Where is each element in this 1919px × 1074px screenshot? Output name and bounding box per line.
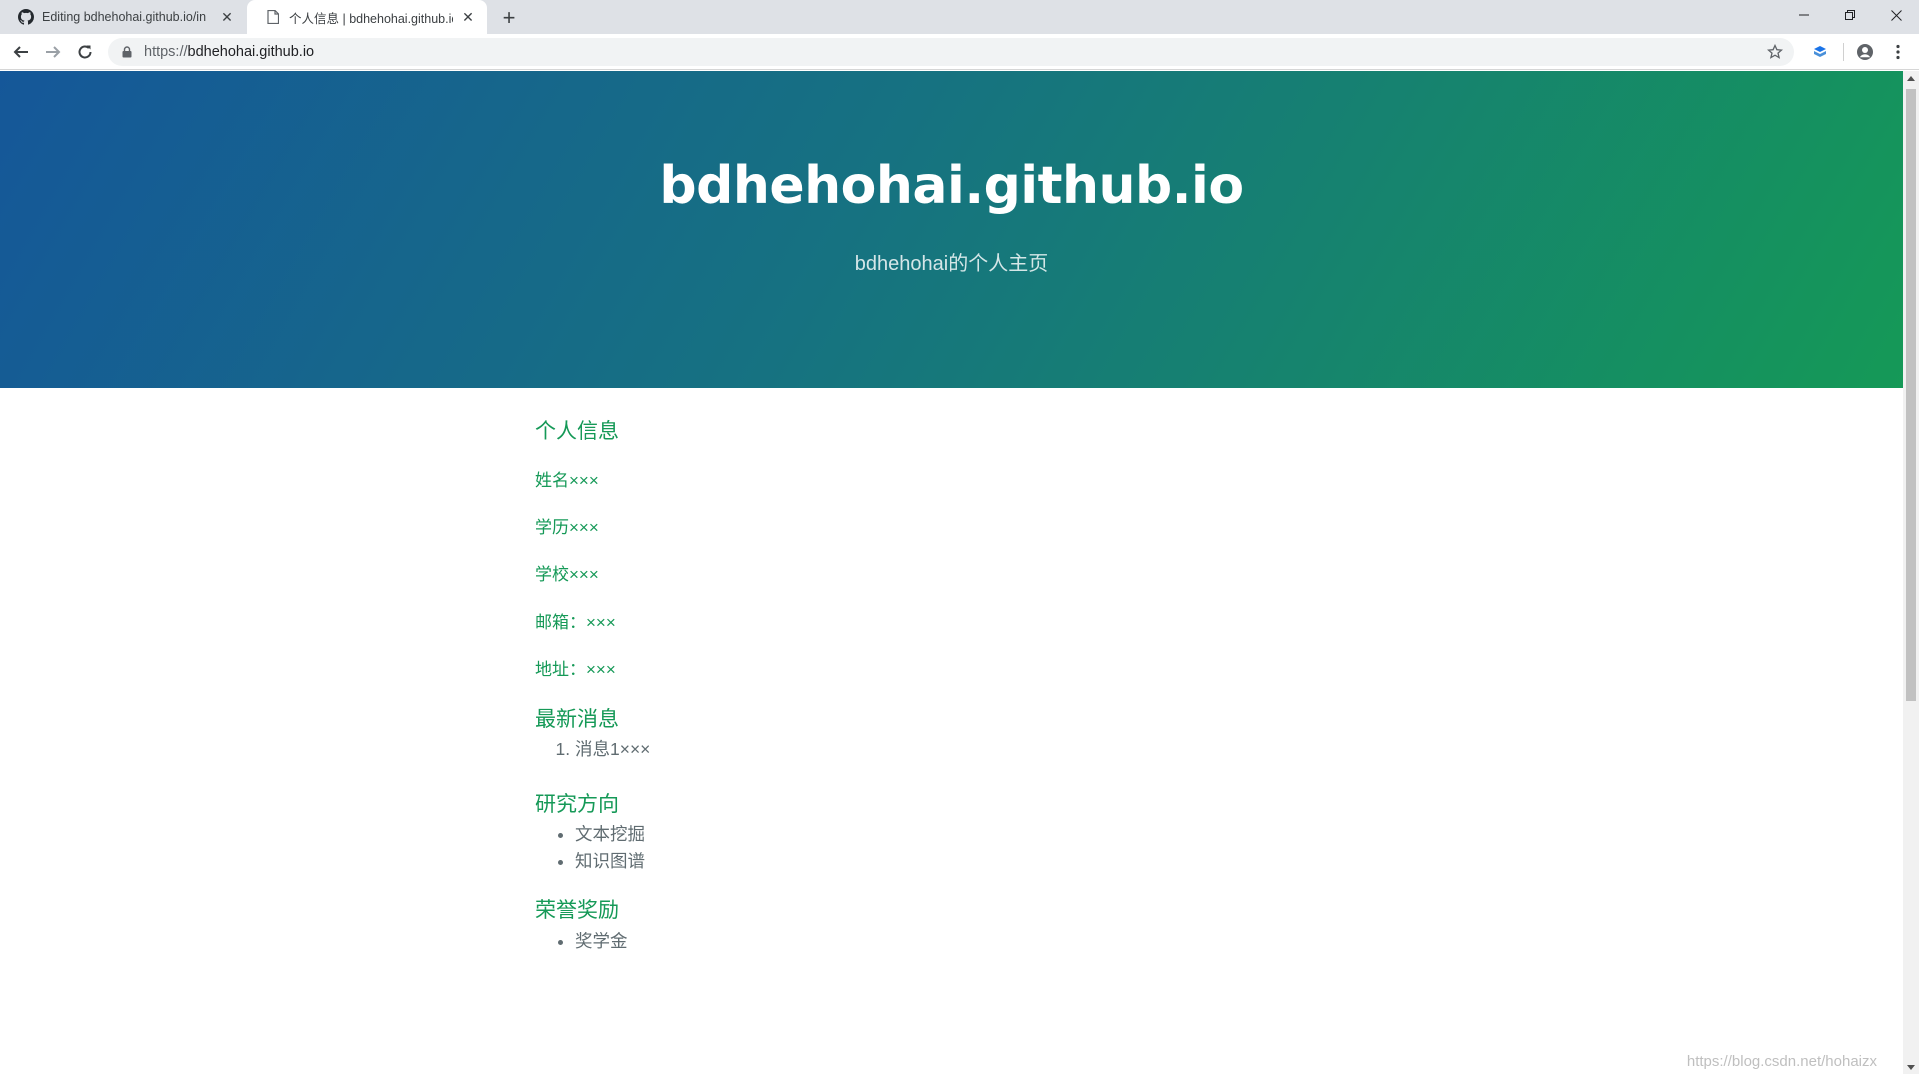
address-bar[interactable]: https://bdhehohai.github.io [108, 38, 1794, 66]
restore-icon[interactable] [1827, 0, 1873, 30]
honors-list: 奖学金 [575, 928, 628, 955]
minimize-icon[interactable] [1781, 0, 1827, 30]
new-tab-button[interactable]: + [496, 5, 522, 31]
scroll-thumb[interactable] [1906, 89, 1916, 701]
page-header: bdhehohai.github.io bdhehohai的个人主页 [0, 71, 1903, 388]
project-tagline: bdhehohai的个人主页 [854, 253, 1049, 275]
toolbar-divider [1843, 43, 1844, 61]
project-name: bdhehohai.github.io [659, 156, 1244, 216]
list-item: 文本挖掘 [575, 821, 645, 848]
info-email: 邮箱：××× [535, 613, 616, 632]
page-viewport: bdhehohai.github.io bdhehohai的个人主页 个人信息 … [0, 71, 1903, 1074]
scrollbar[interactable] [1903, 71, 1919, 1074]
url-host: bdhehohai.github.io [187, 44, 315, 60]
scroll-down-arrow-icon[interactable] [1903, 1060, 1919, 1074]
watermark: https://blog.csdn.net/hohaizx [1686, 1053, 1877, 1070]
info-name: 姓名××× [535, 471, 599, 490]
bookmark-star-icon[interactable] [1766, 43, 1784, 61]
back-arrow-icon[interactable] [8, 39, 34, 65]
close-window-icon[interactable] [1873, 0, 1919, 30]
url-scheme: https:// [144, 44, 188, 60]
reload-icon[interactable] [72, 39, 98, 65]
tab-title: 个人信息 | bdhehohai.github.io [289, 11, 453, 26]
page-icon [265, 9, 281, 25]
close-icon[interactable]: ✕ [459, 8, 477, 26]
github-icon [18, 9, 34, 25]
list-item: 消息1××× [575, 736, 650, 763]
tab-strip: Editing bdhehohai.github.io/in ✕ 个人信息 | … [0, 0, 1919, 34]
profile-icon[interactable] [1853, 40, 1877, 64]
tab-personal-info[interactable]: 个人信息 | bdhehohai.github.io ✕ [247, 0, 487, 34]
list-item: 知识图谱 [575, 848, 645, 875]
list-item: 奖学金 [575, 928, 628, 955]
research-list: 文本挖掘 知识图谱 [575, 821, 645, 875]
news-list: 消息1××× [575, 736, 650, 763]
tab-editing[interactable]: Editing bdhehohai.github.io/in ✕ [0, 0, 246, 34]
heading-news: 最新消息 [535, 708, 619, 731]
info-degree: 学历××× [535, 518, 599, 537]
close-icon[interactable]: ✕ [218, 8, 236, 26]
info-address: 地址：××× [535, 660, 616, 679]
browser-toolbar: https://bdhehohai.github.io [0, 34, 1919, 70]
menu-kebab-icon[interactable] [1886, 40, 1910, 64]
scroll-up-arrow-icon[interactable] [1903, 71, 1919, 85]
forward-arrow-icon[interactable] [40, 39, 66, 65]
lock-icon [120, 45, 134, 59]
heading-research: 研究方向 [535, 793, 619, 816]
heading-personal-info: 个人信息 [535, 420, 619, 443]
extension-icon[interactable] [1808, 40, 1832, 64]
tab-title: Editing bdhehohai.github.io/in [42, 10, 207, 24]
info-school: 学校××× [535, 565, 599, 584]
heading-honors: 荣誉奖励 [535, 899, 619, 922]
